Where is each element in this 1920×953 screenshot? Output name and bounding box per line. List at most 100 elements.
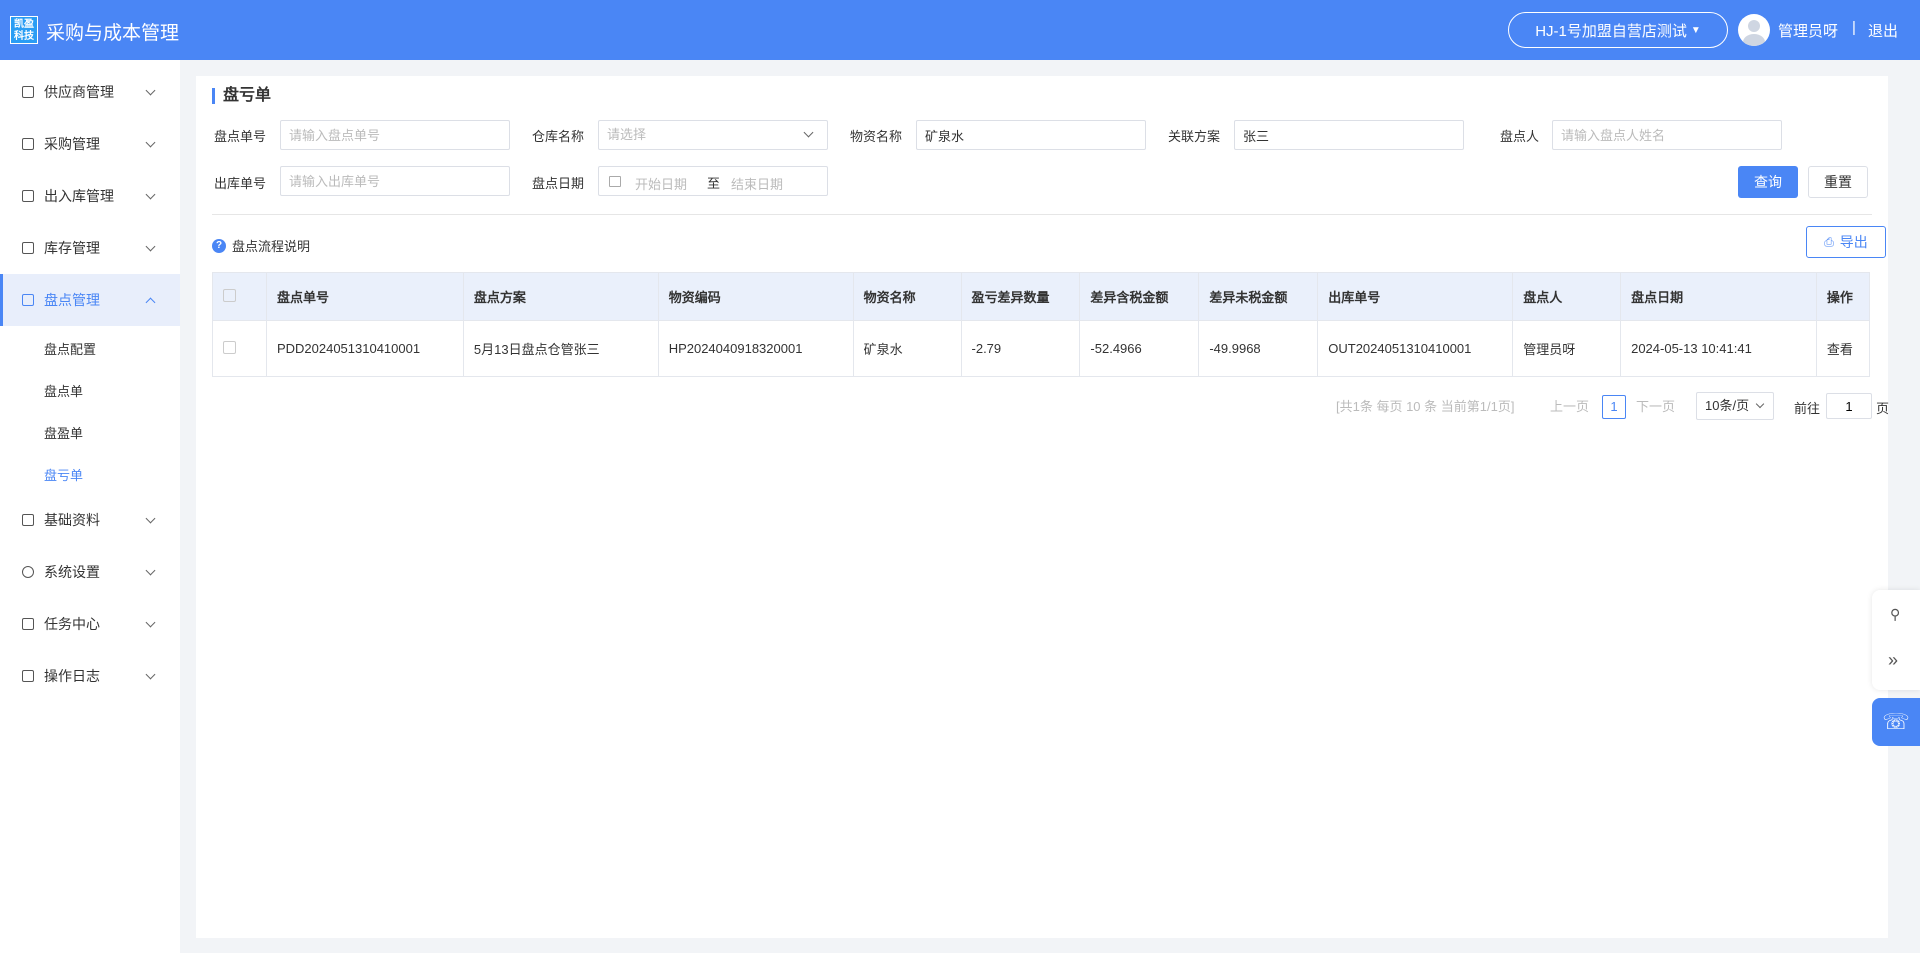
help-text: 盘点流程说明 — [232, 239, 311, 254]
pager-goto-input[interactable] — [1826, 393, 1872, 419]
shortage-table: 盘点单号 盘点方案 物资编码 物资名称 盈亏差异数量 差异含税金额 差异未税金额… — [212, 272, 1871, 377]
double-chevron-icon[interactable]: » — [1888, 650, 1898, 671]
chevron-down-icon — [803, 127, 814, 138]
out-no-link[interactable]: OUT2024051310410001 — [1317, 320, 1514, 377]
material-input[interactable] — [916, 120, 1146, 150]
material-code-cell: HP2024040918320001 — [658, 320, 854, 377]
col-header: 盘点方案 — [463, 272, 659, 321]
warehouse-select[interactable]: 请选择 — [598, 120, 828, 150]
page-title: 盘亏单 — [212, 88, 271, 104]
col-header: 盘点人 — [1512, 272, 1622, 321]
sidebar-item-label: 盘点管理 — [44, 292, 100, 308]
gear-icon — [22, 566, 34, 578]
sidebar-item-logs[interactable]: 操作日志 — [0, 650, 180, 702]
floating-toolbar: ⚲ » — [1872, 590, 1920, 690]
export-label: 导出 — [1839, 234, 1868, 250]
col-header: 物资编码 — [658, 272, 854, 321]
view-link[interactable]: 查看 — [1816, 320, 1871, 377]
sidebar-item-label: 系统设置 — [44, 564, 100, 580]
sidebar-sub-stocktake-list[interactable]: 盘点单 — [44, 381, 83, 400]
top-header: 凯盈 科技 采购与成本管理 HJ-1号加盟自营店测试 ▼ 管理员呀 | 退出 — [0, 0, 1920, 60]
sidebar-item-tasks[interactable]: 任务中心 — [0, 598, 180, 650]
sidebar-item-supplier[interactable]: 供应商管理 — [0, 66, 180, 118]
chevron-up-icon — [145, 297, 156, 307]
page-size-select[interactable]: 10条/页 — [1696, 392, 1774, 420]
date-label: 盘点日期 — [532, 176, 585, 191]
logo-line-1: 凯盈 — [14, 19, 34, 30]
app-title: 采购与成本管理 — [46, 22, 180, 44]
support-icon[interactable]: ☏ — [1872, 698, 1920, 746]
chevron-down-icon — [145, 565, 156, 575]
check-no-link[interactable]: PDD2024051310410001 — [266, 320, 464, 377]
avatar[interactable] — [1738, 14, 1770, 46]
col-header: 差异未税金额 — [1198, 272, 1319, 321]
sidebar-item-label: 操作日志 — [44, 668, 100, 684]
warehouse-placeholder: 请选择 — [607, 127, 647, 142]
col-header: 差异含税金额 — [1079, 272, 1200, 321]
logo-line-2: 科技 — [14, 31, 34, 42]
date-to: 至 — [707, 176, 721, 191]
brand-logo: 凯盈 科技 — [10, 16, 38, 44]
divider — [212, 214, 1872, 215]
checker-input[interactable] — [1552, 120, 1782, 150]
sidebar-item-inout[interactable]: 出入库管理 — [0, 170, 180, 222]
check-date-cell: 2024-05-13 10:41:41 — [1620, 320, 1817, 377]
main-content: 盘亏单 盘点单号 仓库名称 请选择 物资名称 关联方案 盘点人 出库单号 盘点日… — [196, 76, 1890, 938]
chevron-down-icon — [145, 241, 156, 251]
sidebar: 供应商管理 采购管理 出入库管理 库存管理 盘点管理 盘点配置 盘点单 盘盈单 … — [0, 60, 180, 953]
table-header-row: 盘点单号 盘点方案 物资编码 物资名称 盈亏差异数量 差异含税金额 差异未税金额… — [212, 272, 1871, 321]
sidebar-item-settings[interactable]: 系统设置 — [0, 546, 180, 598]
diff-tax-amount-cell: -52.4966 — [1079, 320, 1200, 377]
header-separator: | — [1852, 19, 1856, 36]
out-no-input[interactable] — [280, 166, 510, 196]
user-name[interactable]: 管理员呀 — [1778, 20, 1838, 41]
pager-goto-label: 前往 — [1794, 401, 1821, 416]
check-no-input[interactable] — [280, 120, 510, 150]
col-header: 盘点日期 — [1620, 272, 1817, 321]
sidebar-item-label: 供应商管理 — [44, 84, 114, 100]
date-end[interactable]: 结束日期 — [731, 174, 783, 193]
sidebar-item-purchase[interactable]: 采购管理 — [0, 118, 180, 170]
pager-next[interactable]: 下一页 — [1636, 396, 1675, 415]
sidebar-sub-surplus[interactable]: 盘盈单 — [44, 423, 83, 442]
calendar-icon — [609, 176, 621, 187]
plan-label: 关联方案 — [1168, 129, 1221, 144]
basic-data-icon — [22, 514, 34, 526]
chevron-down-icon — [145, 85, 156, 95]
col-header: 操作 — [1816, 272, 1871, 321]
chevron-down-icon — [145, 669, 156, 679]
sidebar-sub-stocktake-config[interactable]: 盘点配置 — [44, 339, 96, 358]
process-help[interactable]: ? 盘点流程说明 — [212, 236, 310, 255]
export-button[interactable]: ⎙ 导出 — [1806, 226, 1886, 258]
checker-label: 盘点人 — [1500, 129, 1540, 144]
pager-page-unit: 页 — [1876, 401, 1890, 416]
sidebar-item-stocktake[interactable]: 盘点管理 — [0, 274, 180, 326]
plan-input[interactable] — [1234, 120, 1464, 150]
select-all-checkbox[interactable] — [223, 288, 236, 302]
stocktake-icon — [22, 294, 34, 306]
sidebar-item-label: 采购管理 — [44, 136, 100, 152]
chevron-down-icon — [145, 513, 156, 523]
date-start[interactable]: 开始日期 — [635, 174, 687, 193]
inventory-icon — [22, 242, 34, 254]
sidebar-sub-shortage[interactable]: 盘亏单 — [44, 465, 83, 484]
sidebar-item-inventory[interactable]: 库存管理 — [0, 222, 180, 274]
sidebar-item-label: 库存管理 — [44, 240, 100, 256]
diff-qty-cell: -2.79 — [961, 320, 1081, 377]
table-row: PDD2024051310410001 5月13日盘点仓管张三 HP202404… — [212, 320, 1871, 377]
sidebar-item-basic-data[interactable]: 基础资料 — [0, 494, 180, 546]
query-button[interactable]: 查询 — [1738, 166, 1798, 198]
row-checkbox[interactable] — [223, 340, 236, 354]
pager-prev[interactable]: 上一页 — [1550, 396, 1589, 415]
logout-link[interactable]: 退出 — [1868, 20, 1898, 41]
reset-button[interactable]: 重置 — [1808, 166, 1868, 198]
out-no-label: 出库单号 — [214, 176, 267, 191]
col-header: 出库单号 — [1317, 272, 1514, 321]
store-selector[interactable]: HJ-1号加盟自营店测试 ▼ — [1508, 12, 1728, 48]
log-icon — [22, 670, 34, 682]
link-icon[interactable]: ⚲ — [1890, 606, 1900, 623]
sidebar-item-label: 任务中心 — [44, 616, 100, 632]
date-range-picker[interactable]: 开始日期 至 结束日期 — [598, 166, 828, 196]
page-size-value: 10条/页 — [1705, 398, 1750, 413]
pager-current-page[interactable]: 1 — [1602, 395, 1626, 419]
